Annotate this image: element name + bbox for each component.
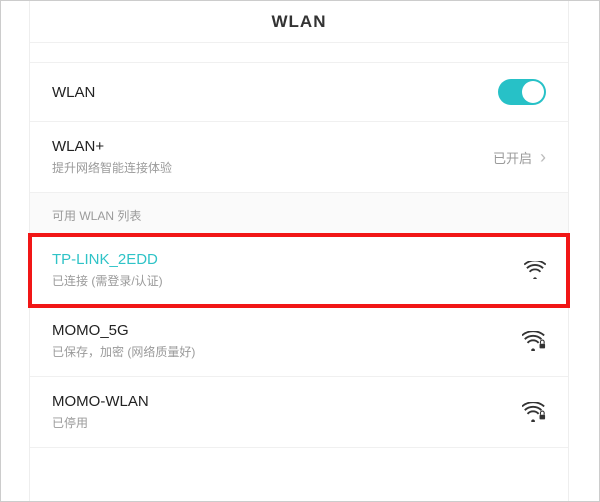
network-status: 已停用 (52, 414, 522, 431)
wifi-signal-locked-icon (522, 402, 546, 422)
spacer-row (30, 43, 568, 63)
wifi-signal-icon (524, 261, 546, 279)
network-status: 已连接 (需登录/认证) (52, 272, 524, 289)
wlan-plus-status: 已开启 (493, 148, 532, 167)
wlan-plus-title: WLAN+ (52, 138, 493, 155)
available-networks-header: 可用 WLAN 列表 (30, 193, 568, 235)
network-ssid: MOMO-WLAN (52, 393, 522, 410)
wifi-signal-locked-icon (522, 331, 546, 351)
wlan-toggle-row[interactable]: WLAN (30, 63, 568, 122)
network-row-momo-5g[interactable]: MOMO_5G 已保存，加密 (网络质量好) (30, 306, 568, 377)
network-row-tp-link[interactable]: TP-LINK_2EDD 已连接 (需登录/认证) (30, 235, 568, 306)
chevron-right-icon: › (540, 147, 546, 168)
page-title: WLAN (30, 1, 568, 43)
wlan-plus-row[interactable]: WLAN+ 提升网络智能连接体验 已开启 › (30, 122, 568, 193)
network-status: 已保存，加密 (网络质量好) (52, 343, 522, 360)
wlan-toggle-switch[interactable] (498, 79, 546, 105)
wlan-plus-subtitle: 提升网络智能连接体验 (52, 159, 493, 176)
network-ssid: MOMO_5G (52, 322, 522, 339)
network-row-momo-wlan[interactable]: MOMO-WLAN 已停用 (30, 377, 568, 448)
network-ssid: TP-LINK_2EDD (52, 251, 524, 268)
wlan-toggle-label: WLAN (52, 84, 498, 101)
